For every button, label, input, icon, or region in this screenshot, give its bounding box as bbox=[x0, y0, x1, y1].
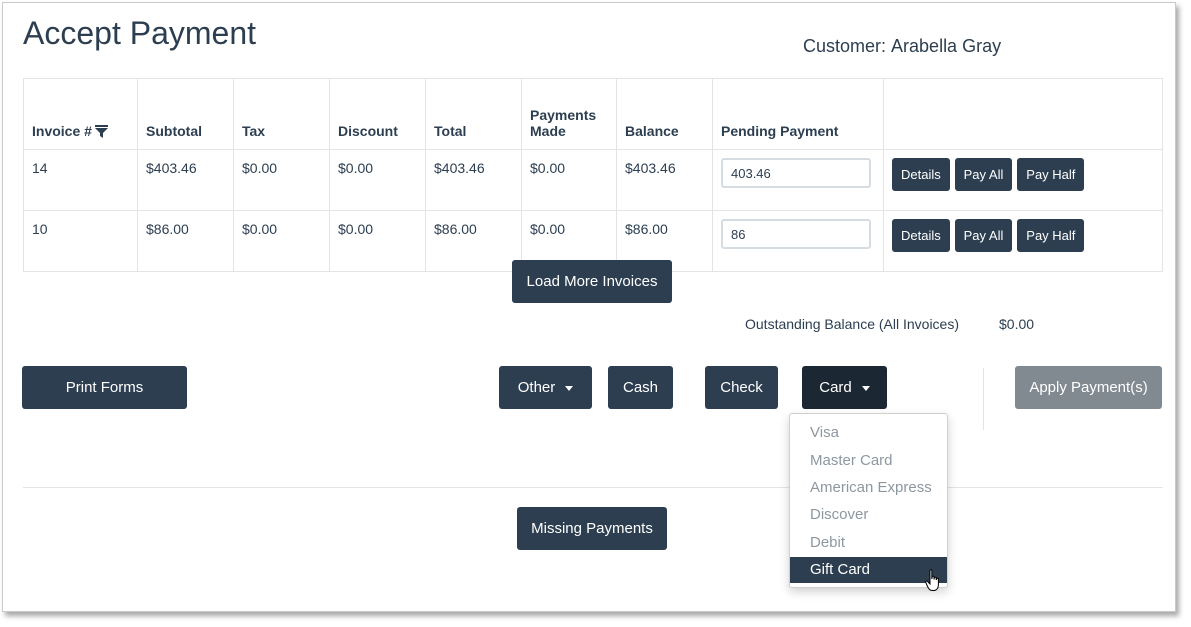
customer-info: Customer: Arabella Gray bbox=[803, 36, 1001, 57]
cell-total: $86.00 bbox=[425, 210, 522, 272]
missing-payments-button[interactable]: Missing Payments bbox=[517, 507, 667, 550]
header-invoice[interactable]: Invoice # bbox=[23, 78, 138, 150]
apply-payments-button[interactable]: Apply Payment(s) bbox=[1015, 366, 1162, 409]
menu-item-debit[interactable]: Debit bbox=[790, 530, 947, 556]
header-payments-made: Payments Made bbox=[521, 78, 617, 150]
cell-discount: $0.00 bbox=[329, 149, 426, 211]
card-type-dropdown-menu: Visa Master Card American Express Discov… bbox=[789, 413, 948, 588]
details-button[interactable]: Details bbox=[892, 219, 950, 252]
header-pending-payment: Pending Payment bbox=[712, 78, 884, 150]
header-discount: Discount bbox=[329, 78, 426, 150]
payment-panel: Accept Payment Customer: Arabella Gray In… bbox=[2, 2, 1176, 612]
pay-all-button[interactable]: Pay All bbox=[954, 158, 1013, 191]
cell-subtotal: $86.00 bbox=[137, 210, 234, 272]
pending-payment-input[interactable] bbox=[721, 219, 871, 249]
filter-icon[interactable] bbox=[94, 125, 108, 141]
cell-subtotal: $403.46 bbox=[137, 149, 234, 211]
card-dropdown-button[interactable]: Card bbox=[802, 366, 887, 409]
outstanding-balance-value: $0.00 bbox=[999, 316, 1035, 332]
pending-payment-input[interactable] bbox=[721, 158, 871, 188]
menu-item-master-card[interactable]: Master Card bbox=[790, 448, 947, 474]
invoice-table: Invoice # Subtotal Tax Discount Total Pa… bbox=[23, 78, 1163, 272]
cell-invoice: 14 bbox=[23, 149, 138, 211]
card-label: Card bbox=[819, 379, 852, 396]
cell-tax: $0.00 bbox=[233, 149, 330, 211]
cell-actions: Details Pay All Pay Half bbox=[883, 210, 1163, 272]
vertical-divider bbox=[983, 368, 984, 430]
cell-actions: Details Pay All Pay Half bbox=[883, 149, 1163, 211]
pay-half-button[interactable]: Pay Half bbox=[1017, 158, 1085, 191]
menu-item-discover[interactable]: Discover bbox=[790, 502, 947, 528]
header-payments-made-line2: Made bbox=[530, 123, 566, 139]
load-more-invoices-button[interactable]: Load More Invoices bbox=[512, 260, 672, 303]
print-forms-button[interactable]: Print Forms bbox=[22, 366, 187, 409]
cell-pending-payment bbox=[712, 149, 884, 211]
cell-tax: $0.00 bbox=[233, 210, 330, 272]
cash-button[interactable]: Cash bbox=[608, 366, 673, 409]
caret-down-icon bbox=[861, 385, 870, 391]
header-subtotal: Subtotal bbox=[137, 78, 234, 150]
horizontal-divider bbox=[23, 487, 1163, 488]
details-button[interactable]: Details bbox=[892, 158, 950, 191]
cell-payments-made: $0.00 bbox=[521, 149, 617, 211]
hand-pointer-icon bbox=[925, 569, 943, 598]
outstanding-balance-label: Outstanding Balance (All Invoices) bbox=[745, 316, 959, 332]
menu-item-visa[interactable]: Visa bbox=[790, 420, 947, 446]
header-actions bbox=[883, 78, 1163, 150]
check-button[interactable]: Check bbox=[705, 366, 778, 409]
header-tax: Tax bbox=[233, 78, 330, 150]
cell-invoice: 10 bbox=[23, 210, 138, 272]
table-header-row: Invoice # Subtotal Tax Discount Total Pa… bbox=[23, 78, 1163, 150]
pay-half-button[interactable]: Pay Half bbox=[1017, 219, 1085, 252]
customer-label: Customer: bbox=[803, 36, 887, 56]
pay-all-button[interactable]: Pay All bbox=[954, 219, 1013, 252]
header-balance: Balance bbox=[616, 78, 713, 150]
menu-item-gift-card[interactable]: Gift Card bbox=[790, 557, 947, 583]
header-payments-made-line1: Payments bbox=[530, 107, 597, 123]
other-label: Other bbox=[517, 379, 556, 396]
cell-total: $403.46 bbox=[425, 149, 522, 211]
other-dropdown-button[interactable]: Other bbox=[499, 366, 592, 409]
table-row: 14 $403.46 $0.00 $0.00 $403.46 $0.00 $40… bbox=[23, 149, 1163, 211]
cell-pending-payment bbox=[712, 210, 884, 272]
caret-down-icon bbox=[565, 385, 574, 391]
header-invoice-label: Invoice # bbox=[32, 123, 92, 139]
cell-discount: $0.00 bbox=[329, 210, 426, 272]
cell-balance: $403.46 bbox=[616, 149, 713, 211]
customer-name: Arabella Gray bbox=[891, 36, 1002, 56]
page-title: Accept Payment bbox=[23, 15, 256, 51]
menu-item-american-express[interactable]: American Express bbox=[790, 475, 947, 501]
header-total: Total bbox=[425, 78, 522, 150]
